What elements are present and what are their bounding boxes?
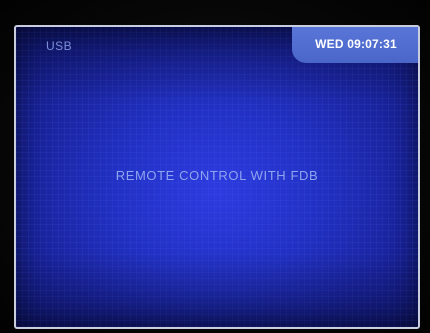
clock-display: WED 09:07:31 <box>315 37 397 51</box>
status-message: REMOTE CONTROL WITH FDB <box>115 168 319 183</box>
source-label: USB <box>46 39 73 53</box>
clock-tab: WED 09:07:31 <box>292 27 418 63</box>
display-screen: USB WED 09:07:31 REMOTE CONTROL WITH FDB <box>14 25 420 329</box>
